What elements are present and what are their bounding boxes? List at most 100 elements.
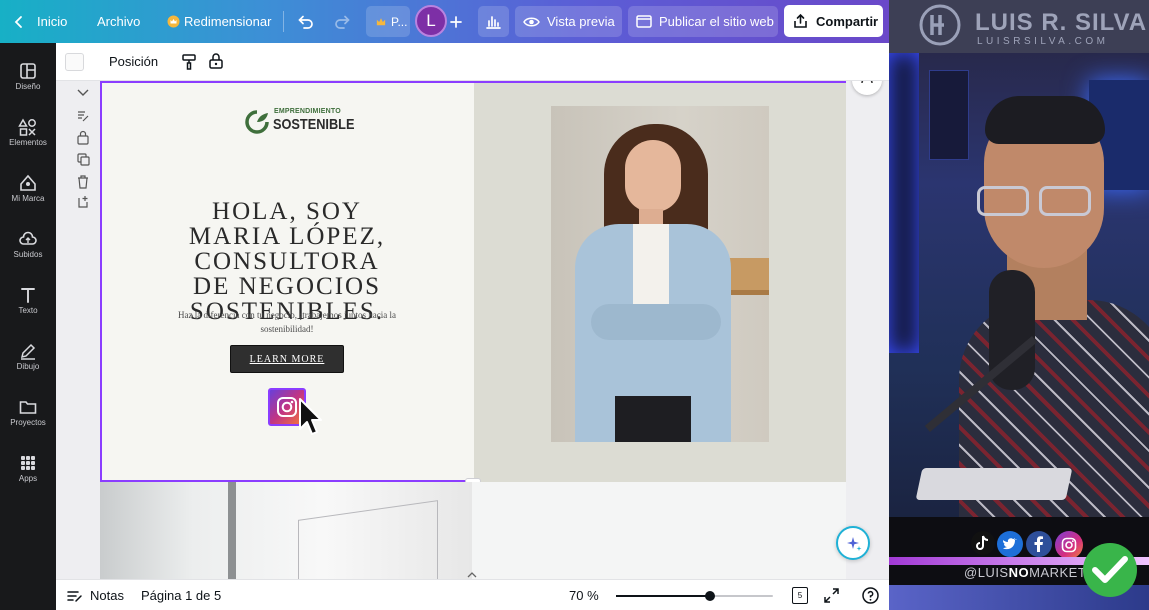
fullscreen-icon[interactable] bbox=[824, 588, 839, 603]
undo-button[interactable] bbox=[297, 0, 315, 43]
notes-button[interactable]: Notas bbox=[67, 588, 124, 603]
home-button[interactable]: Inicio bbox=[12, 0, 67, 43]
share-label: Compartir bbox=[816, 13, 879, 29]
add-collaborator-button[interactable] bbox=[449, 0, 463, 43]
face-shape bbox=[625, 140, 681, 212]
twitter-icon[interactable] bbox=[997, 531, 1023, 557]
trousers-shape bbox=[615, 396, 691, 442]
sidebar-item-brand[interactable]: Mi Marca bbox=[0, 161, 56, 217]
sidebar-item-label: Texto bbox=[18, 306, 38, 315]
pro-feature-button[interactable]: P... bbox=[366, 6, 410, 37]
sidebar-item-apps[interactable]: Apps bbox=[0, 441, 56, 497]
glasses-left bbox=[977, 186, 1029, 216]
streamer-brand-bar: LUIS R. SILVA LUISRSILVA.COM bbox=[889, 0, 1149, 53]
pages-count: 5 bbox=[797, 591, 803, 600]
left-wall-frame bbox=[889, 53, 919, 353]
shapes-icon bbox=[18, 118, 36, 136]
page-indicator[interactable]: Página 1 de 5 bbox=[141, 588, 221, 603]
sidebar-item-label: Mi Marca bbox=[11, 194, 45, 203]
sidebar-item-text[interactable]: Texto bbox=[0, 273, 56, 329]
avatar-letter: L bbox=[426, 11, 436, 30]
top-toolbar: Inicio Archivo Redimensionar P... L Vist… bbox=[0, 0, 889, 43]
sidebar-item-draw[interactable]: Dibujo bbox=[0, 329, 56, 385]
crossed-arms-shape bbox=[591, 304, 721, 340]
sidebar-item-uploads[interactable]: Subidos bbox=[0, 217, 56, 273]
preview-button[interactable]: Vista previa bbox=[515, 6, 622, 37]
analytics-button[interactable] bbox=[478, 6, 509, 37]
tiktok-glyph bbox=[976, 535, 989, 550]
hero-subtext[interactable]: Haz la diferencia con tu negocio, ¡traba… bbox=[174, 308, 400, 336]
bottom-status-bar: Notas Página 1 de 5 70 % 5 bbox=[56, 579, 889, 610]
text-icon bbox=[21, 288, 35, 303]
page-tools-column bbox=[76, 87, 100, 217]
brand-logo[interactable]: EMPRENDIMIENTO SOSTENIBLE bbox=[243, 107, 354, 137]
duplicate-icon[interactable] bbox=[76, 152, 90, 166]
zoom-value[interactable]: 70 % bbox=[569, 588, 599, 603]
chevron-left-icon bbox=[14, 15, 22, 28]
layout-icon bbox=[20, 63, 36, 79]
leaf-logo-icon bbox=[245, 110, 269, 134]
apps-grid-icon bbox=[21, 456, 35, 470]
eye-icon bbox=[523, 17, 540, 26]
redo-button[interactable] bbox=[333, 0, 351, 43]
zoom-slider-handle[interactable] bbox=[705, 591, 716, 601]
page-grid-button[interactable]: 5 bbox=[792, 587, 808, 604]
format-painter-icon[interactable] bbox=[180, 53, 198, 71]
page-options-button[interactable] bbox=[852, 81, 882, 95]
notes-label: Notas bbox=[90, 588, 124, 603]
instagram-social-icon[interactable] bbox=[1055, 531, 1083, 559]
page-1[interactable]: EMPRENDIMIENTO SOSTENIBLE HOLA, SOY MARI… bbox=[100, 81, 846, 484]
tiktok-icon[interactable] bbox=[971, 531, 995, 555]
file-menu[interactable]: Archivo bbox=[97, 0, 140, 43]
lock-icon[interactable] bbox=[76, 130, 90, 145]
home-label: Inicio bbox=[37, 14, 68, 29]
page-2-right-area bbox=[472, 482, 846, 579]
user-avatar[interactable]: L bbox=[415, 5, 447, 37]
publish-label: Publicar el sitio web bbox=[659, 14, 774, 29]
add-page-icon[interactable] bbox=[76, 195, 90, 209]
help-icon[interactable] bbox=[862, 587, 879, 604]
refresh-icon bbox=[861, 81, 873, 84]
chevron-down-icon[interactable] bbox=[76, 87, 90, 99]
resize-button[interactable]: Redimensionar bbox=[167, 0, 271, 43]
crown-icon bbox=[167, 15, 180, 28]
magic-assistant-button[interactable] bbox=[836, 526, 870, 560]
brand-url: LUISRSILVA.COM bbox=[977, 36, 1109, 47]
chevron-up-icon[interactable] bbox=[466, 571, 478, 579]
share-button[interactable]: Compartir bbox=[784, 5, 883, 37]
sidebar-item-projects[interactable]: Proyectos bbox=[0, 385, 56, 441]
facebook-f-glyph bbox=[1034, 536, 1043, 552]
position-button[interactable]: Posición bbox=[109, 54, 158, 69]
notes-icon bbox=[67, 590, 82, 602]
trash-icon[interactable] bbox=[76, 174, 90, 189]
portrait-photo[interactable] bbox=[551, 106, 769, 442]
logo-line-1: EMPRENDIMIENTO bbox=[274, 108, 341, 115]
sidebar-item-design[interactable]: Diseño bbox=[0, 49, 56, 105]
photo-panel[interactable] bbox=[474, 83, 846, 482]
lock-icon[interactable] bbox=[207, 52, 225, 70]
sidebar-item-label: Dibujo bbox=[16, 362, 40, 371]
brand-name: LUIS R. SILVA bbox=[975, 9, 1148, 36]
hero-headline[interactable]: HOLA, SOY MARIA LÓPEZ, CONSULTORA DE NEG… bbox=[174, 199, 400, 324]
left-sidebar: Diseño Elementos Mi Marca Subidos Texto … bbox=[0, 43, 56, 610]
preview-label: Vista previa bbox=[547, 14, 615, 29]
glasses-right bbox=[1039, 186, 1091, 216]
handle-bold: NO bbox=[1008, 565, 1030, 580]
checkmark-icon bbox=[1092, 556, 1128, 583]
context-toolbar: Posición bbox=[56, 43, 889, 81]
toolbar-divider bbox=[283, 11, 284, 32]
sidebar-item-elements[interactable]: Elementos bbox=[0, 105, 56, 161]
notes-edit-icon[interactable] bbox=[76, 109, 90, 123]
sidebar-item-label: Proyectos bbox=[10, 418, 46, 427]
page-2[interactable] bbox=[100, 482, 846, 579]
webcam-overlay: LUIS R. SILVA LUISRSILVA.COM @LUISNOMARK… bbox=[889, 0, 1149, 610]
background-color-swatch[interactable] bbox=[65, 53, 84, 71]
share-upload-icon bbox=[794, 13, 807, 28]
zoom-slider-track[interactable] bbox=[616, 591, 773, 601]
facebook-icon[interactable] bbox=[1026, 531, 1052, 557]
learn-more-button[interactable]: LEARN MORE bbox=[230, 345, 344, 373]
social-footer: @LUISNOMARKETING bbox=[889, 517, 1149, 610]
brand-icon bbox=[20, 174, 36, 191]
handle-prefix: @LUIS bbox=[964, 565, 1009, 580]
publish-website-button[interactable]: Publicar el sitio web bbox=[628, 6, 778, 37]
